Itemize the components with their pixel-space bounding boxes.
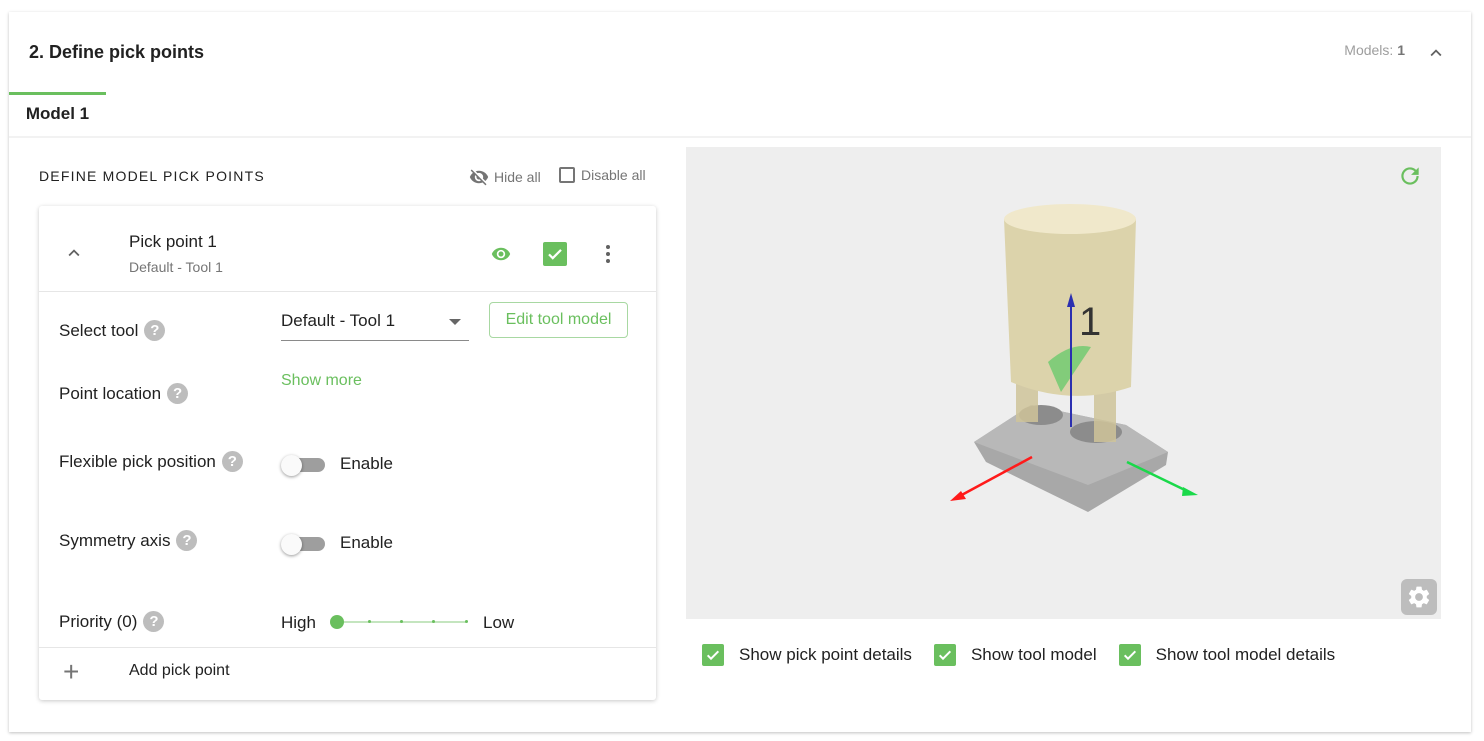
point-location-row: Point location ?: [59, 383, 189, 404]
x-axis-head: [950, 491, 966, 501]
flexible-pick-row: Flexible pick position ?: [59, 451, 243, 472]
tab-model-1[interactable]: Model 1: [9, 92, 106, 136]
priority-low-label: Low: [483, 613, 515, 632]
flexible-pick-enable-label: Enable: [340, 454, 393, 473]
toggle-thumb: [281, 455, 302, 476]
help-icon[interactable]: ?: [176, 530, 198, 551]
show-pick-point-details-checkbox[interactable]: Show pick point details: [702, 644, 912, 666]
chevron-up-icon: [1430, 49, 1442, 57]
symmetry-axis-toggle[interactable]: [281, 534, 325, 555]
symmetry-axis-label: Symmetry axis: [59, 530, 171, 550]
hide-all-button[interactable]: Hide all: [469, 167, 541, 187]
show-tool-model-label: Show tool model: [970, 645, 1097, 664]
flexible-pick-label: Flexible pick position: [59, 451, 216, 471]
pick-point-subtitle: Default - Tool 1: [129, 259, 223, 275]
more-vertical-icon: [606, 245, 610, 263]
add-pick-point-row[interactable]: + Add pick point: [39, 647, 656, 701]
enable-pick-point-checkbox[interactable]: [543, 242, 567, 266]
collapse-pick-point-button[interactable]: [63, 242, 85, 264]
reset-view-button[interactable]: [1397, 163, 1423, 194]
edit-tool-model-button[interactable]: Edit tool model: [489, 302, 628, 338]
help-icon[interactable]: ?: [167, 383, 189, 404]
point-location-label: Point location: [59, 383, 162, 403]
show-tool-model-checkbox[interactable]: Show tool model: [933, 644, 1097, 666]
checkbox-checked-icon: [702, 644, 724, 666]
slider-tick: [464, 620, 468, 623]
3d-viewer[interactable]: 1: [686, 147, 1441, 619]
show-pick-point-details-label: Show pick point details: [739, 645, 912, 664]
checkmark-icon: [548, 249, 562, 260]
models-count: Models: 1: [1344, 42, 1405, 58]
slider-knob[interactable]: [330, 615, 344, 629]
pick-point-number-label: 1: [1079, 300, 1101, 344]
chevron-up-icon: [68, 249, 80, 257]
select-tool-label: Select tool: [59, 320, 139, 340]
select-tool-value: Default - Tool 1: [281, 311, 396, 330]
help-icon[interactable]: ?: [143, 611, 165, 632]
slider-tick: [400, 620, 403, 623]
viewer-settings-button[interactable]: [1401, 579, 1437, 615]
refresh-icon: [1401, 167, 1419, 185]
slider-tick: [367, 620, 371, 623]
models-count-value: 1: [1397, 42, 1405, 58]
symmetry-axis-row: Symmetry axis ?: [59, 530, 198, 551]
priority-label: Priority (0): [59, 611, 138, 631]
eye-off-icon: [469, 169, 489, 186]
3d-model-render: 1: [950, 204, 1198, 512]
dropdown-arrow-icon: [449, 319, 461, 325]
define-pick-points-panel: 2. Define pick points Models: 1 Model 1 …: [9, 12, 1471, 732]
disable-all-label: Disable all: [581, 167, 646, 183]
select-tool-dropdown[interactable]: Default - Tool 1: [281, 306, 469, 341]
checkbox-empty-icon: [559, 167, 575, 183]
collapse-panel-button[interactable]: [1425, 42, 1447, 64]
gear-icon: [1408, 586, 1430, 608]
checkbox-checked-icon: [1118, 644, 1141, 666]
flexible-pick-toggle[interactable]: [281, 455, 325, 476]
viewer-options: Show pick point details Show tool model …: [702, 644, 1357, 666]
add-pick-point-button[interactable]: Add pick point: [129, 662, 230, 680]
symmetry-axis-enable-label: Enable: [340, 533, 393, 552]
help-icon[interactable]: ?: [221, 451, 243, 472]
section-header-title: 2. Define pick points: [29, 42, 205, 62]
define-model-pick-points-heading: DEFINE MODEL PICK POINTS: [39, 168, 265, 184]
hide-all-label: Hide all: [494, 169, 541, 185]
show-tool-model-details-checkbox[interactable]: Show tool model details: [1118, 644, 1336, 666]
eye-icon: [491, 247, 511, 261]
pick-point-card: Pick point 1 Default - Tool 1 Select too…: [39, 206, 656, 700]
priority-slider[interactable]: [330, 612, 473, 632]
model-tabs: Model 1: [9, 92, 1471, 138]
plus-icon[interactable]: +: [63, 658, 79, 686]
disable-all-checkbox[interactable]: Disable all: [559, 167, 646, 183]
toggle-visibility-button[interactable]: [489, 244, 513, 269]
toggle-thumb: [281, 534, 302, 555]
models-label: Models:: [1344, 42, 1394, 58]
help-icon[interactable]: ?: [144, 320, 166, 341]
more-options-button[interactable]: [605, 244, 611, 269]
select-tool-row: Select tool ?: [59, 320, 166, 341]
pick-point-title: Pick point 1: [129, 232, 217, 251]
pick-point-header[interactable]: Pick point 1 Default - Tool 1: [39, 206, 656, 292]
checkbox-checked-icon: [933, 644, 956, 666]
show-more-link[interactable]: Show more: [281, 372, 362, 390]
show-tool-model-details-label: Show tool model details: [1155, 645, 1336, 664]
y-axis-head: [1182, 487, 1198, 496]
priority-row: Priority (0) ?: [59, 611, 165, 632]
priority-high-label: High: [281, 613, 316, 632]
